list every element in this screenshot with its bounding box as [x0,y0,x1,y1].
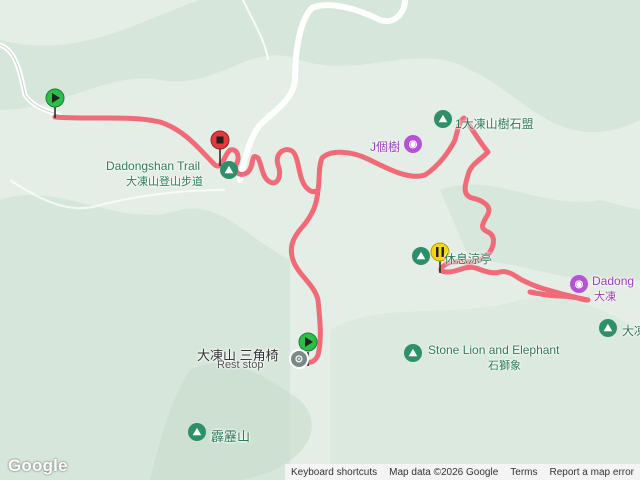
dadong-right-label[interactable]: Dadong [592,274,634,288]
stone-lion-label[interactable]: Stone Lion and Elephant [428,343,559,357]
dadongshan-trail-label[interactable]: Dadongshan Trail [106,159,200,173]
rest-pavilion-label[interactable]: 休息涼亭 [444,250,492,267]
rest-stop-icon[interactable]: ⊙ [289,349,309,369]
map-data-text: Map data ©2026 Google [389,466,499,478]
hiker-icon[interactable]: ⛰ [599,319,617,337]
dadongshan-trail-zh-label[interactable]: 大凍山登山步道 [126,173,203,189]
tree-photo-label[interactable]: J個樹 [370,138,400,155]
google-logo: Google [8,456,68,475]
terms-link[interactable]: Terms [504,467,543,478]
attribution-bar: Keyboard shortcuts Map data ©2026 Google… [284,464,640,480]
rest-stop-label[interactable]: Rest stop [217,359,263,371]
map-canvas[interactable] [0,0,640,480]
hiker-icon[interactable]: ⛰ [434,110,452,128]
hiker-icon[interactable]: ⛰ [188,423,206,441]
thunder-mountain-label[interactable]: 霹靂山 [211,426,250,445]
hiker-icon[interactable]: ⛰ [404,344,422,362]
camera-icon[interactable]: ◉ [404,135,422,153]
hiker-icon[interactable]: ⛰ [220,161,238,179]
keyboard-shortcuts-link[interactable]: Keyboard shortcuts [285,467,383,478]
stone-lion-zh-label[interactable]: 石獅象 [488,357,521,373]
hiker-icon[interactable]: ⛰ [412,247,430,265]
dadong-right-zh-label[interactable]: 大凍 [594,288,616,304]
camera-icon[interactable]: ◉ [570,275,588,293]
right-edge-label[interactable]: 大凍 [622,322,640,339]
tree-stone-label[interactable]: 1大凍山樹石盟 [455,115,534,132]
report-map-error-link[interactable]: Report a map error [544,467,640,478]
